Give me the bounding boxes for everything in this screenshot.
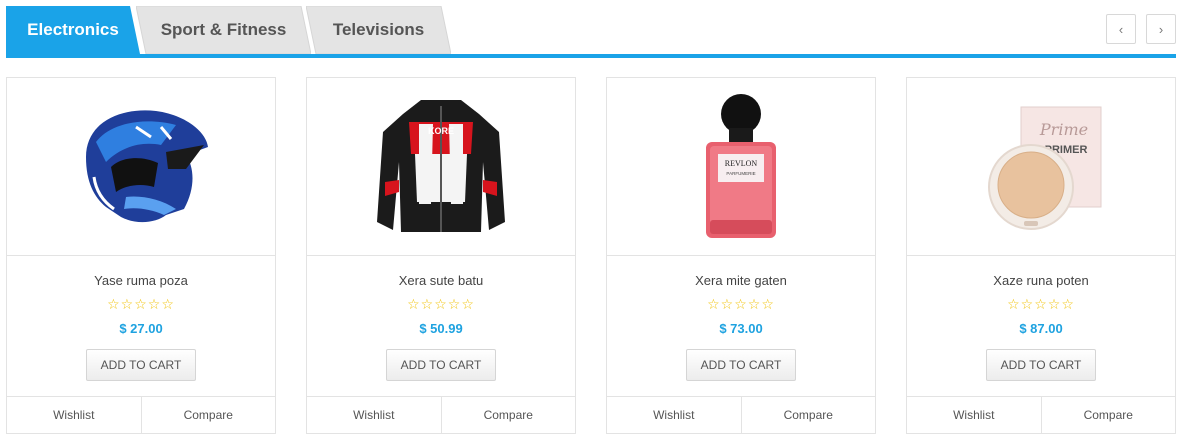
product-card: Yase ruma poza ☆☆☆☆☆ $ 27.00 ADD TO CART…: [6, 77, 276, 434]
primer-compact-image: Prime PRIMER: [988, 106, 1102, 230]
product-card: REVLON PARFUMERIE Xera mite gaten ☆☆☆☆☆ …: [606, 77, 876, 434]
star-rating: ☆☆☆☆☆: [707, 296, 775, 312]
jacket-logo-text: KORE: [428, 126, 454, 136]
product-name[interactable]: Yase ruma poza: [7, 273, 275, 288]
product-price: $ 87.00: [1019, 321, 1063, 336]
star-rating: ☆☆☆☆☆: [407, 296, 475, 312]
product-image[interactable]: [7, 78, 275, 256]
tab-electronics[interactable]: Electronics: [6, 6, 140, 54]
nail-polish-image: REVLON PARFUMERIE: [706, 93, 776, 238]
compare-link[interactable]: Compare: [740, 397, 876, 433]
tab-label: Electronics: [27, 20, 119, 39]
tab-televisions[interactable]: Televisions: [306, 6, 451, 54]
wishlist-link[interactable]: Wishlist: [607, 397, 741, 433]
polish-sub-text: PARFUMERIE: [726, 171, 755, 176]
add-to-cart-button[interactable]: ADD TO CART: [86, 349, 196, 381]
primer-script-text: Prime: [1039, 120, 1088, 139]
compare-link[interactable]: Compare: [440, 397, 576, 433]
carousel-prev-button[interactable]: ‹: [1106, 14, 1136, 44]
wishlist-link[interactable]: Wishlist: [7, 397, 141, 433]
add-to-cart-button[interactable]: ADD TO CART: [686, 349, 796, 381]
add-to-cart-button[interactable]: ADD TO CART: [386, 349, 496, 381]
wishlist-link[interactable]: Wishlist: [307, 397, 441, 433]
product-price: $ 27.00: [119, 321, 163, 336]
category-tabbar: Televisions Sport & Fitness Electronics: [6, 6, 1176, 58]
helmet-image: [86, 109, 208, 222]
chevron-left-icon: ‹: [1118, 21, 1124, 37]
tab-label: Sport & Fitness: [160, 20, 287, 39]
tab-label: Televisions: [332, 20, 425, 39]
tab-sport-fitness[interactable]: Sport & Fitness: [136, 6, 311, 54]
star-rating: ☆☆☆☆☆: [1007, 296, 1075, 312]
jacket-image: KORE: [377, 99, 505, 232]
product-image[interactable]: KORE: [307, 78, 575, 256]
card-actions: Wishlist Compare: [607, 396, 875, 433]
product-name[interactable]: Xera mite gaten: [607, 273, 875, 288]
star-rating: ☆☆☆☆☆: [107, 296, 175, 312]
product-card: KORE Xera sute batu ☆☆☆☆☆ $ 50.99 ADD TO…: [306, 77, 576, 434]
product-image[interactable]: Prime PRIMER: [907, 78, 1175, 256]
carousel-next-button[interactable]: ›: [1146, 14, 1176, 44]
compare-link[interactable]: Compare: [140, 397, 276, 433]
card-actions: Wishlist Compare: [307, 396, 575, 433]
chevron-right-icon: ›: [1158, 21, 1164, 37]
polish-brand-text: REVLON: [725, 159, 758, 168]
product-image[interactable]: REVLON PARFUMERIE: [607, 78, 875, 256]
product-card: Prime PRIMER Xaze runa poten ☆☆☆☆☆ $ 87.…: [906, 77, 1176, 434]
add-to-cart-button[interactable]: ADD TO CART: [986, 349, 1096, 381]
product-price: $ 73.00: [719, 321, 763, 336]
wishlist-link[interactable]: Wishlist: [907, 397, 1041, 433]
product-name[interactable]: Xaze runa poten: [907, 273, 1175, 288]
compare-link[interactable]: Compare: [1040, 397, 1176, 433]
card-actions: Wishlist Compare: [7, 396, 275, 433]
product-name[interactable]: Xera sute batu: [307, 273, 575, 288]
card-actions: Wishlist Compare: [907, 396, 1175, 433]
tabbar-underline: [6, 54, 1176, 58]
product-price: $ 50.99: [419, 321, 463, 336]
